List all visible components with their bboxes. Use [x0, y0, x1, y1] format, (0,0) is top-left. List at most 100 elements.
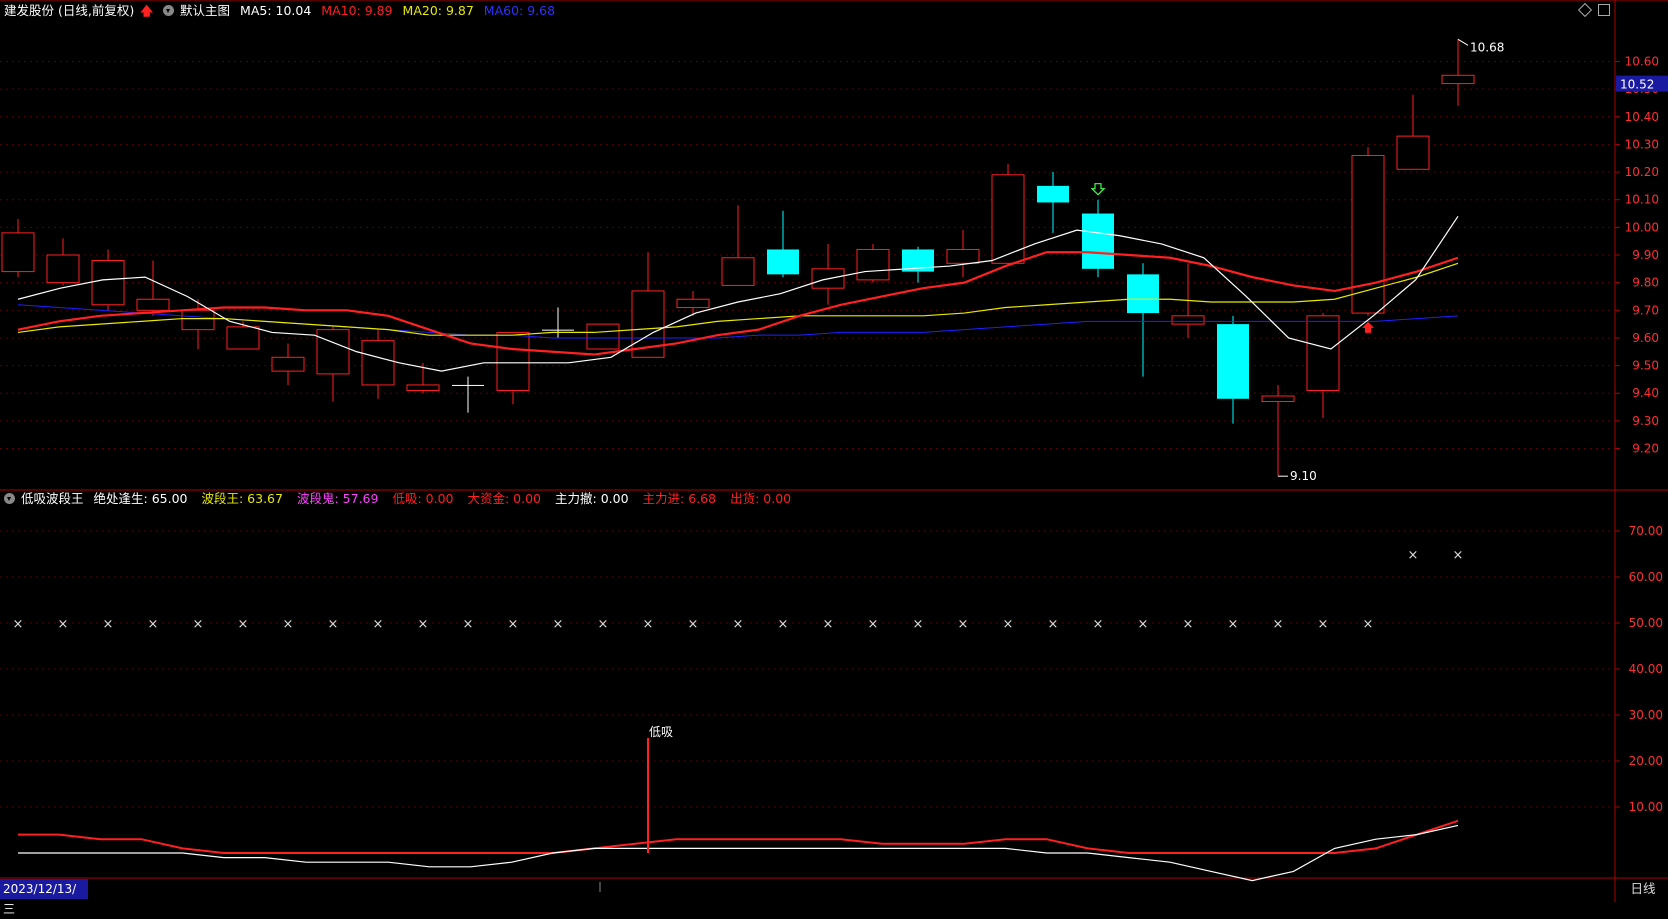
- indicator-marker: ×: [823, 617, 834, 632]
- y-tick-label: 10.30: [1625, 137, 1659, 151]
- indicator-marker: ×: [508, 617, 519, 632]
- main-chart-header: 建发股份 (日线,前复权) 🡅 默认主图 MA5: 10.04 MA10: 9.8…: [4, 1, 561, 21]
- candle-body: [1082, 213, 1114, 269]
- indicator-marker: ×: [1408, 548, 1419, 563]
- indicator-marker: ×: [598, 617, 609, 632]
- candle-body: [1396, 135, 1430, 170]
- kline-chart-canvas[interactable]: 10.6010.5010.4010.3010.2010.1010.009.909…: [0, 0, 1668, 902]
- candle-body: [271, 356, 305, 372]
- indicator-value-label: 出货:: [730, 491, 760, 506]
- indicator-marker: ×: [1318, 617, 1329, 632]
- indicator-value-label: 绝处逢生:: [93, 491, 148, 506]
- candle-body: [1441, 74, 1475, 85]
- indicator-name[interactable]: 低吸波段王: [21, 491, 84, 506]
- indicator-marker: ×: [418, 617, 429, 632]
- y-tick-label: 9.30: [1632, 414, 1659, 428]
- main-chart-label[interactable]: 默认主图: [180, 3, 230, 18]
- indicator-value-7: 出货: 0.00: [730, 491, 797, 506]
- stock-chart-window: 10.6010.5010.4010.3010.2010.1010.009.909…: [0, 0, 1668, 916]
- y-tick-label: 10.00: [1625, 220, 1659, 234]
- indicator-marker: ×: [148, 617, 159, 632]
- y-tick-label: 9.20: [1632, 442, 1659, 456]
- high-pointer: [1457, 38, 1469, 46]
- indicator-value-2: 波段鬼: 57.69: [297, 491, 384, 506]
- indicator-marker: ×: [1093, 617, 1104, 632]
- indicator-marker: ×: [193, 617, 204, 632]
- y-tick-label: 9.40: [1632, 386, 1659, 400]
- candle-body: [91, 260, 125, 306]
- indicator-value-1: 波段王: 63.67: [201, 491, 288, 506]
- y-tick-label: 10.10: [1625, 193, 1659, 207]
- ma60-label: MA60: 9.68: [483, 3, 556, 18]
- indicator-value-number: 0.00: [759, 491, 792, 506]
- indicator-marker: ×: [1363, 617, 1374, 632]
- candle-body: [1, 232, 35, 273]
- candle-body: [1127, 274, 1159, 314]
- indicator-marker: ×: [1048, 617, 1059, 632]
- indicator-value-label: 大资金:: [467, 491, 510, 506]
- dropdown-icon[interactable]: [4, 493, 15, 504]
- indicator-tick-label: 50.00: [1629, 616, 1663, 630]
- indicator-marker: ×: [1453, 548, 1464, 563]
- candle-body: [1351, 154, 1385, 314]
- indicator-marker: ×: [553, 617, 564, 632]
- indicator-marker: ×: [328, 617, 339, 632]
- indicator-marker: ×: [913, 617, 924, 632]
- y-tick-label: 10.20: [1625, 165, 1659, 179]
- indicator-tick-label: 30.00: [1629, 708, 1663, 722]
- indicator-value-3: 低吸: 0.00: [392, 491, 459, 506]
- indicator-value-label: 主力进:: [642, 491, 685, 506]
- indicator-marker: ×: [238, 617, 249, 632]
- indicator-value-number: 65.00: [147, 491, 188, 506]
- indicator-values: 绝处逢生: 65.00 波段王: 63.67 波段鬼: 57.69 低吸: 0.00 大…: [94, 491, 806, 506]
- candle-body: [1037, 185, 1069, 203]
- stock-title[interactable]: 建发股份 (日线,前复权): [4, 3, 134, 18]
- period-label[interactable]: 日线: [1618, 879, 1668, 899]
- candle-body: [586, 323, 620, 350]
- y-tick-label: 9.60: [1632, 331, 1659, 345]
- candle-body: [721, 257, 755, 286]
- indicator-value-number: 0.00: [421, 491, 454, 506]
- indicator-marker: ×: [958, 617, 969, 632]
- candle-body: [1261, 395, 1295, 403]
- indicator-marker: ×: [1003, 617, 1014, 632]
- candle-body: [46, 254, 80, 284]
- dropdown-icon[interactable]: [163, 5, 175, 16]
- indicator-marker: ×: [778, 617, 789, 632]
- candle-body: [226, 326, 260, 350]
- indicator-marker: ×: [13, 617, 24, 632]
- window-icon[interactable]: [1598, 4, 1610, 16]
- ma5-label: MA5: 10.04: [240, 3, 312, 18]
- indicator-value-label: 波段王:: [201, 491, 244, 506]
- indicator-marker: ×: [463, 617, 474, 632]
- indicator-marker: ×: [283, 617, 294, 632]
- indicator-marker: ×: [1138, 617, 1149, 632]
- candle-body: [452, 384, 484, 386]
- indicator-value-number: 0.00: [509, 491, 542, 506]
- indicator-marker: ×: [643, 617, 654, 632]
- indicator-marker: ×: [1183, 617, 1194, 632]
- candle-body: [676, 298, 710, 309]
- last-price-label: 10.52: [1620, 78, 1654, 92]
- y-tick-label: 9.80: [1632, 276, 1659, 290]
- indicator-value-label: 低吸:: [392, 491, 422, 506]
- indicator-marker: ×: [58, 617, 69, 632]
- indicator-value-number: 57.69: [338, 491, 379, 506]
- y-tick-label: 10.60: [1625, 54, 1659, 68]
- candle-body: [1306, 315, 1340, 391]
- indicator-value-number: 63.67: [243, 491, 283, 506]
- indicator-value-0: 绝处逢生: 65.00: [94, 491, 194, 506]
- indicator-value-5: 主力撤: 0.00: [555, 491, 635, 506]
- y-tick-label: 9.90: [1632, 248, 1659, 262]
- y-tick-label: 9.50: [1632, 359, 1659, 373]
- sell-arrow-icon: [1090, 183, 1106, 196]
- low-price-label: 9.10: [1290, 469, 1317, 483]
- y-tick-label: 10.40: [1625, 110, 1659, 124]
- candle-body: [496, 331, 530, 391]
- y-tick-label: 9.70: [1632, 303, 1659, 317]
- indicator-value-4: 大资金: 0.00: [467, 491, 547, 506]
- indicator-marker: ×: [1228, 617, 1239, 632]
- indicator-tick-label: 40.00: [1629, 662, 1663, 676]
- indicator-value-number: 0.00: [596, 491, 629, 506]
- indicator-tick-label: 10.00: [1629, 800, 1663, 814]
